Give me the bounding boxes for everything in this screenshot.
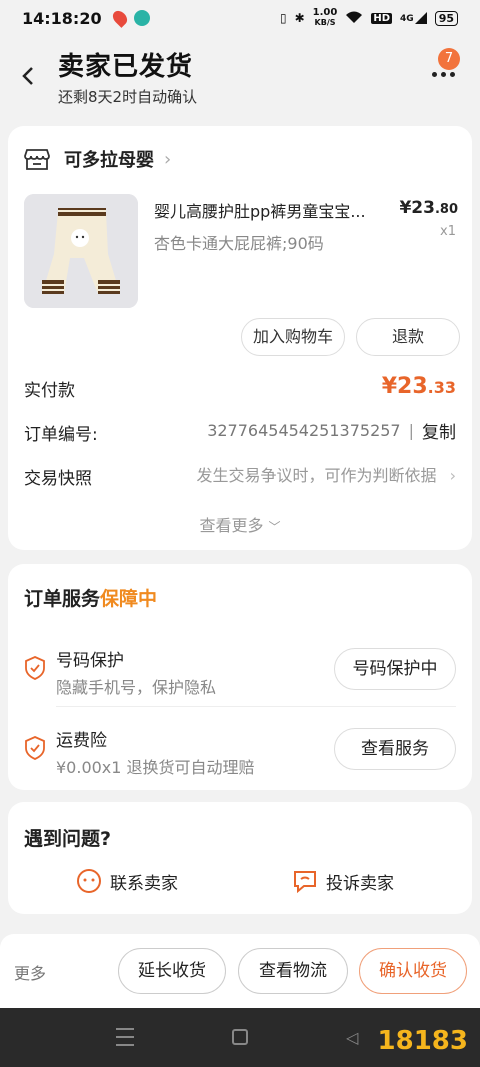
order-number: 3277645454251375257 (207, 421, 401, 440)
price-integer: 23 (411, 198, 435, 218)
paid-currency: ¥ (381, 374, 398, 399)
paid-label: 实付款 (24, 381, 75, 401)
confirm-receipt-button[interactable]: 确认收货 (359, 948, 467, 994)
status-right: ▯ ✱ 1.00 KB/S HD 4G 95 (280, 8, 458, 28)
divider (56, 706, 456, 707)
message-badge: 7 (438, 48, 460, 70)
help-title: 遇到问题? (24, 828, 112, 850)
chevron-right-icon: › (449, 466, 456, 485)
bottom-action-bar: 更多 延长收货 查看物流 确认收货 (0, 934, 480, 1008)
net-speed-unit: KB/S (314, 18, 336, 27)
dot-icon (431, 71, 437, 77)
baby-pants-image (24, 194, 138, 308)
menu-line-icon (116, 1036, 134, 1038)
divider: | (408, 421, 414, 440)
product-quantity: x1 (440, 224, 456, 239)
product-price: ¥23.80 (399, 198, 458, 218)
wifi-icon (345, 10, 363, 27)
chevron-down-icon: ﹀ (268, 520, 281, 534)
store-icon (24, 149, 50, 170)
phone-protection-button[interactable]: 号码保护中 (334, 648, 456, 690)
snapshot-link[interactable]: 发生交易争议时，可作为判断依据 › (196, 462, 456, 486)
system-nav-bar: ◁ 18183 (0, 1008, 480, 1067)
chat-app-icon (133, 10, 150, 26)
shop-name: 可多拉母婴 (64, 150, 154, 171)
shop-link[interactable]: 可多拉母婴 › (24, 146, 171, 172)
complain-seller-label: 投诉卖家 (326, 873, 394, 894)
location-icon (109, 8, 130, 28)
paid-integer: 23 (397, 374, 428, 399)
signal-icon: 4G (400, 12, 427, 24)
snapshot-label: 交易快照 (24, 469, 92, 489)
recent-apps-button[interactable] (116, 1028, 134, 1046)
refund-button[interactable]: 退款 (356, 318, 460, 356)
price-decimal: .80 (434, 202, 458, 217)
view-service-button[interactable]: 查看服务 (334, 728, 456, 770)
shield-icon (25, 736, 45, 760)
contact-seller-label: 联系卖家 (110, 873, 178, 894)
service-title: 订单服务保障中 (24, 584, 157, 611)
bluetooth-icon: ✱ (294, 11, 305, 25)
menu-line-icon (116, 1028, 134, 1030)
view-logistics-button[interactable]: 查看物流 (238, 948, 348, 994)
dot-icon (449, 71, 455, 77)
add-to-cart-button[interactable]: 加入购物车 (241, 318, 345, 356)
copy-button[interactable]: 复制 (422, 418, 456, 443)
order-number-label: 订单编号: (24, 425, 98, 445)
back-button[interactable] (16, 62, 40, 90)
auto-confirm-countdown: 还剩8天2时自动确认 (58, 88, 198, 106)
watermark-logo: 18183 (377, 1026, 468, 1056)
chevron-left-icon (22, 67, 33, 85)
paid-decimal: .33 (427, 378, 456, 397)
service-title-text: 订单服务 (24, 588, 101, 610)
paid-amount: ¥23.33 (382, 374, 456, 399)
hd-icon: HD (371, 12, 393, 24)
menu-line-icon (116, 1044, 134, 1046)
vibrate-icon: ▯ (280, 11, 287, 25)
chat-face-icon (77, 869, 101, 893)
back-triangle-button[interactable]: ◁ (346, 1028, 358, 1047)
price-currency: ¥ (399, 198, 412, 218)
order-number-row: 3277645454251375257 | 复制 (207, 418, 456, 443)
more-actions-button[interactable]: 更多 (14, 960, 46, 984)
product-title[interactable]: 婴儿高腰护肚pp裤男童宝宝... (154, 198, 394, 222)
service-desc-shipping: ¥0.00x1 退换货可自动理赔 (56, 758, 255, 777)
service-name-phone: 号码保护 (56, 651, 124, 671)
snapshot-tip: 发生交易争议时，可作为判断依据 (196, 466, 437, 485)
status-bar: 14:18:20 ▯ ✱ 1.00 KB/S HD 4G 95 (0, 0, 480, 36)
net-speed: 1.00 KB/S (313, 8, 338, 28)
service-desc-phone: 隐藏手机号，保护隐私 (56, 678, 217, 697)
order-service-card: 订单服务保障中 号码保护 隐藏手机号，保护隐私 号码保护中 运费险 ¥0.00x… (8, 564, 472, 790)
service-name-shipping: 运费险 (56, 731, 107, 751)
help-card: 遇到问题? 联系卖家 投诉卖家 (8, 802, 472, 914)
signal-label: 4G (400, 14, 414, 24)
complain-seller-button[interactable]: 投诉卖家 (292, 868, 394, 894)
dot-icon (440, 71, 446, 77)
product-spec: 杏色卡通大屁屁裤;90码 (154, 234, 324, 253)
contact-seller-button[interactable]: 联系卖家 (76, 868, 178, 894)
product-image[interactable] (24, 194, 138, 308)
page-header: 卖家已发货 还剩8天2时自动确认 7 (0, 40, 480, 115)
complaint-icon (294, 871, 316, 894)
extend-receipt-button[interactable]: 延长收货 (118, 948, 226, 994)
notification-icons (109, 8, 150, 28)
view-more-label: 查看更多 (199, 516, 264, 535)
service-status-highlight: 保障中 (100, 588, 158, 610)
shield-icon (25, 656, 45, 680)
chevron-right-icon: › (164, 148, 172, 170)
home-button[interactable] (232, 1029, 248, 1045)
view-more-button[interactable]: 查看更多 ﹀ (8, 512, 472, 536)
net-speed-value: 1.00 (312, 7, 338, 18)
order-card: 可多拉母婴 › 婴儿高腰护肚pp裤男童宝宝... 杏色卡通大屁屁裤;90码 ¥2… (8, 126, 472, 550)
page-title: 卖家已发货 (58, 52, 194, 82)
battery-icon: 95 (434, 10, 458, 26)
status-time: 14:18:20 (22, 8, 102, 28)
